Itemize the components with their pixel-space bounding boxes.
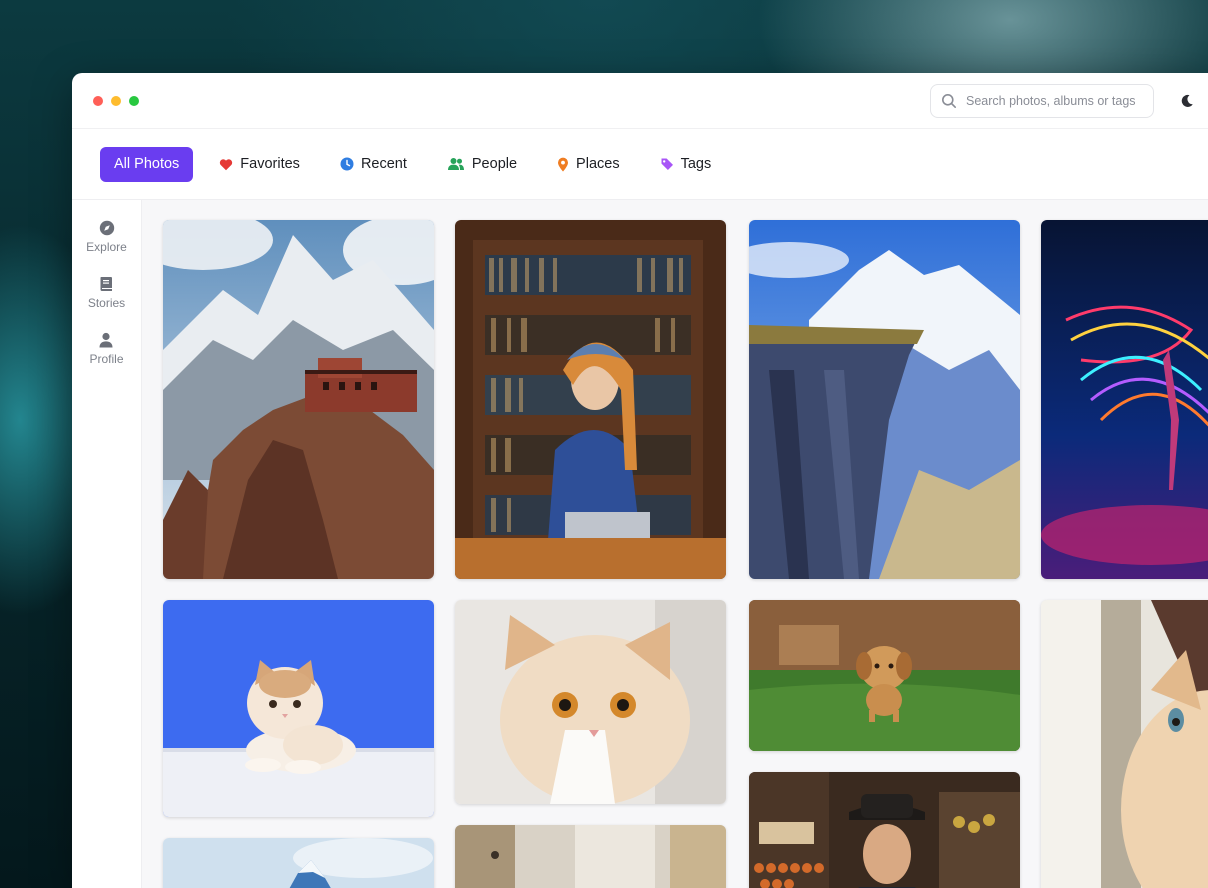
search-icon <box>942 93 956 108</box>
snow-peak-photo[interactable] <box>163 838 434 888</box>
book-icon <box>100 277 113 291</box>
dark-mode-toggle[interactable] <box>1178 92 1196 110</box>
heart-icon <box>220 158 233 170</box>
moon-icon <box>1181 94 1193 107</box>
sidebar-item-profile[interactable]: Profile <box>89 332 124 366</box>
sidebar-item-label: Explore <box>86 240 127 254</box>
sidebar-item-explore[interactable]: Explore <box>86 220 127 254</box>
man-in-hat-photo[interactable] <box>749 772 1020 888</box>
app-window: All Photos Favorites Recent People <box>72 73 1208 888</box>
clock-icon <box>340 157 354 171</box>
light-dancer-photo[interactable] <box>1041 220 1208 579</box>
tab-label: Favorites <box>240 156 300 172</box>
cat-blue-background-photo[interactable] <box>163 600 434 817</box>
sidebar-item-label: Profile <box>89 352 124 366</box>
tab-tags[interactable]: Tags <box>646 147 726 182</box>
close-window-button[interactable] <box>93 95 103 106</box>
tab-label: People <box>471 156 518 172</box>
pin-icon <box>558 157 569 171</box>
tab-people[interactable]: People <box>433 147 531 182</box>
cat-profile-photo[interactable] <box>1041 600 1208 888</box>
tab-label: All Photos <box>114 156 180 172</box>
tab-label: Recent <box>360 156 407 172</box>
minimize-window-button[interactable] <box>111 95 121 106</box>
title-bar <box>72 73 1208 129</box>
tab-favorites[interactable]: Favorites <box>205 147 314 182</box>
mountain-cliff-photo[interactable] <box>749 220 1020 579</box>
content-area: Explore Stories Profile <box>72 200 1208 888</box>
tab-label: Tags <box>680 156 712 172</box>
woman-in-library-photo[interactable] <box>455 220 726 579</box>
compass-icon <box>99 220 114 236</box>
maximize-window-button[interactable] <box>129 95 139 106</box>
sidebar: Explore Stories Profile <box>72 200 142 888</box>
title-bar-right <box>930 83 1196 118</box>
sidebar-item-stories[interactable]: Stories <box>88 276 125 310</box>
user-icon <box>99 332 113 348</box>
tab-places[interactable]: Places <box>543 147 634 182</box>
sidebar-item-label: Stories <box>87 296 126 310</box>
category-tabs: All Photos Favorites Recent People Place… <box>72 129 1208 200</box>
room-interior-photo[interactable] <box>455 825 726 888</box>
tag-icon <box>660 158 673 170</box>
window-controls <box>93 95 139 106</box>
running-puppy-photo[interactable] <box>749 600 1020 751</box>
people-icon <box>447 158 464 170</box>
mountain-monastery-photo[interactable] <box>163 220 434 579</box>
search-box[interactable] <box>930 83 1154 118</box>
tab-all-photos[interactable]: All Photos <box>100 146 194 182</box>
tab-label: Places <box>576 156 620 172</box>
tab-recent[interactable]: Recent <box>326 147 421 182</box>
photo-grid <box>142 200 1208 888</box>
cat-closeup-photo[interactable] <box>455 600 726 804</box>
search-input[interactable] <box>966 93 1136 108</box>
